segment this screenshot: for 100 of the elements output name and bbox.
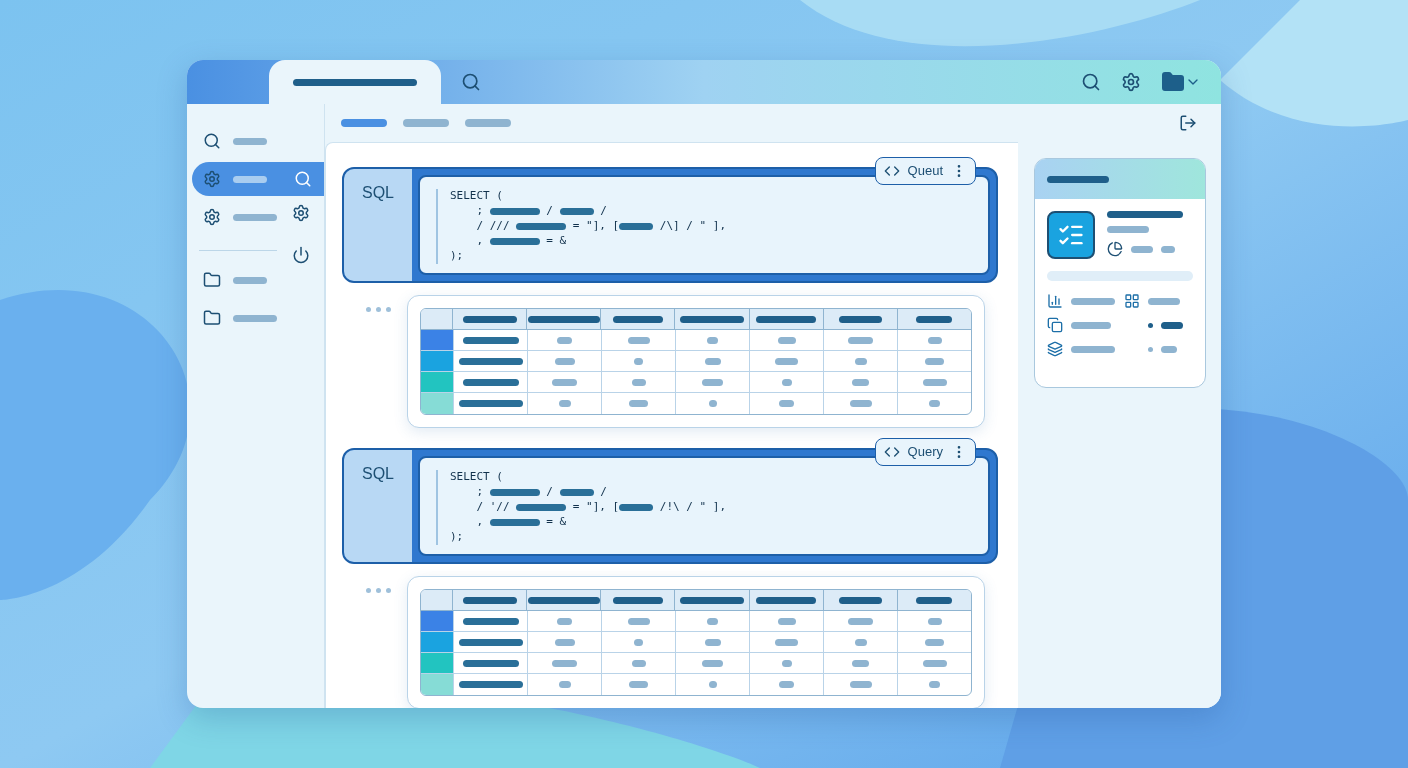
code-text: / — [599, 203, 607, 220]
cell-bar — [777, 617, 796, 625]
code-text: / — [545, 203, 554, 220]
cell-bar — [775, 357, 798, 365]
cell-bar — [629, 681, 648, 688]
column-header-bar — [679, 315, 745, 323]
cell-bar — [458, 357, 523, 365]
column-header-bar — [612, 596, 664, 604]
code-text: , — [475, 514, 485, 531]
toolbar-tab[interactable] — [403, 119, 449, 127]
cell-bar — [922, 378, 947, 386]
folder-icon — [1161, 70, 1185, 94]
column-header-bar — [838, 596, 882, 604]
placeholder-bar — [1107, 226, 1149, 233]
cell-bar — [458, 638, 523, 646]
cell-bar — [704, 357, 721, 365]
cell-bar — [854, 638, 867, 646]
code-text: = & — [545, 233, 567, 250]
code-text: /!\ / " ], — [658, 499, 727, 516]
column-header-bar — [756, 596, 816, 604]
language-label: SQL — [344, 169, 412, 281]
cell-bar — [927, 617, 942, 625]
cell-bar — [462, 617, 519, 625]
cell-bar — [558, 681, 571, 688]
cell-bar — [922, 659, 947, 667]
column-header-bar — [462, 596, 517, 604]
cell-bar — [925, 638, 944, 646]
code-text: /\] / " ], — [658, 218, 727, 235]
search-icon — [294, 170, 312, 188]
code-text: = & — [545, 514, 567, 531]
cell-bar — [775, 638, 798, 646]
settings-icon — [292, 204, 310, 222]
code-placeholder-bar — [489, 519, 540, 526]
active-tab[interactable] — [269, 60, 441, 104]
item-label-bar — [233, 213, 277, 221]
search-icon — [461, 72, 481, 92]
cell-bar — [849, 681, 872, 688]
placeholder-bar — [1161, 245, 1175, 253]
cell-bar — [704, 638, 721, 646]
item-label-bar — [233, 314, 277, 322]
toolbar-tab[interactable] — [465, 119, 511, 127]
cell-bar — [925, 357, 944, 365]
code-placeholder-bar — [619, 223, 654, 230]
placeholder-bar — [1148, 297, 1180, 305]
column-header-bar — [916, 596, 953, 604]
card-title-bar — [1047, 175, 1109, 183]
pie-chart-icon — [1107, 241, 1123, 257]
search-icon — [203, 132, 221, 150]
cell-bar — [781, 378, 792, 386]
cell-bar — [462, 378, 519, 386]
cell-bar — [852, 659, 869, 667]
cell-bar — [627, 617, 650, 625]
cell-bar — [558, 400, 571, 407]
cell-bar — [554, 357, 575, 365]
toolbar-tab[interactable] — [341, 119, 387, 127]
copy-icon — [1047, 317, 1063, 333]
placeholder-bar — [1131, 245, 1153, 253]
code-text: , — [475, 233, 485, 250]
language-label: SQL — [344, 450, 412, 562]
column-header-bar — [679, 596, 745, 604]
cell-bar — [631, 378, 646, 386]
logout-icon — [1179, 114, 1197, 132]
bar-chart-icon — [1047, 293, 1063, 309]
settings-icon — [1121, 72, 1141, 92]
item-label-bar — [233, 175, 267, 183]
cell-bar — [557, 617, 572, 625]
placeholder-bar — [1071, 297, 1115, 305]
cell-bar — [707, 617, 718, 625]
cell-bar — [458, 400, 523, 407]
cell-bar — [557, 336, 572, 344]
placeholder-bar — [1071, 345, 1115, 353]
placeholder-bar — [1161, 345, 1177, 353]
cell-bar — [634, 638, 643, 646]
code-placeholder-bar — [619, 504, 654, 511]
code-text: ); — [450, 529, 464, 546]
code-icon — [883, 444, 900, 460]
code-text: / '// — [475, 499, 511, 516]
cell-bar — [554, 638, 575, 646]
cell-bar — [848, 336, 873, 344]
cell-bar — [462, 659, 519, 667]
search-icon — [1081, 72, 1101, 92]
cell-bar — [629, 400, 648, 407]
cell-bar — [777, 336, 796, 344]
cell-bar — [634, 357, 643, 365]
cell-menu-button[interactable]: Query — [874, 438, 976, 466]
cell-bar — [929, 681, 940, 688]
cell-bar — [708, 681, 717, 688]
code-text: SELECT ( — [450, 469, 503, 486]
column-header-bar — [916, 315, 953, 323]
code-placeholder-bar — [516, 504, 567, 511]
layers-icon — [1047, 341, 1063, 357]
sidebar-item[interactable] — [192, 162, 324, 196]
cell-bar — [854, 357, 867, 365]
grid-icon — [1124, 293, 1140, 309]
code-text: ; — [475, 203, 485, 220]
cell-bar — [627, 336, 650, 344]
column-header-bar — [612, 315, 664, 323]
cell-bar — [852, 378, 869, 386]
cell-menu-button[interactable]: Queut — [874, 157, 976, 185]
code-placeholder-bar — [489, 208, 540, 215]
